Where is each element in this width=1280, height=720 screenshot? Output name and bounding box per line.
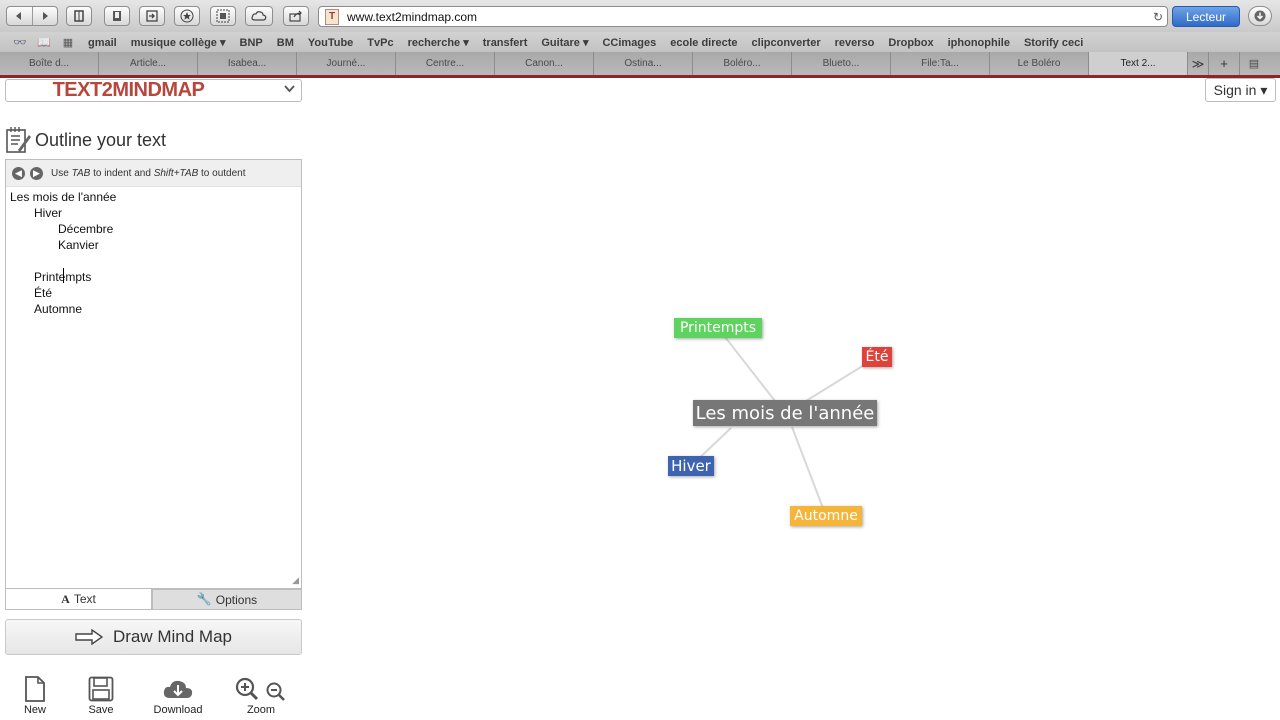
mind-map-canvas[interactable] [0, 0, 1280, 720]
mind-map-center-node[interactable]: Les mois de l'année [693, 400, 877, 426]
mind-map-branch-node[interactable]: Hiver [668, 456, 714, 476]
mind-map-branch-node[interactable]: Été [862, 347, 892, 367]
mind-map-branch-node[interactable]: Automne [790, 506, 862, 526]
mind-map-connector [717, 327, 776, 402]
mind-map-branch-node[interactable]: Printempts [674, 318, 762, 338]
mind-map-connector [791, 426, 827, 517]
